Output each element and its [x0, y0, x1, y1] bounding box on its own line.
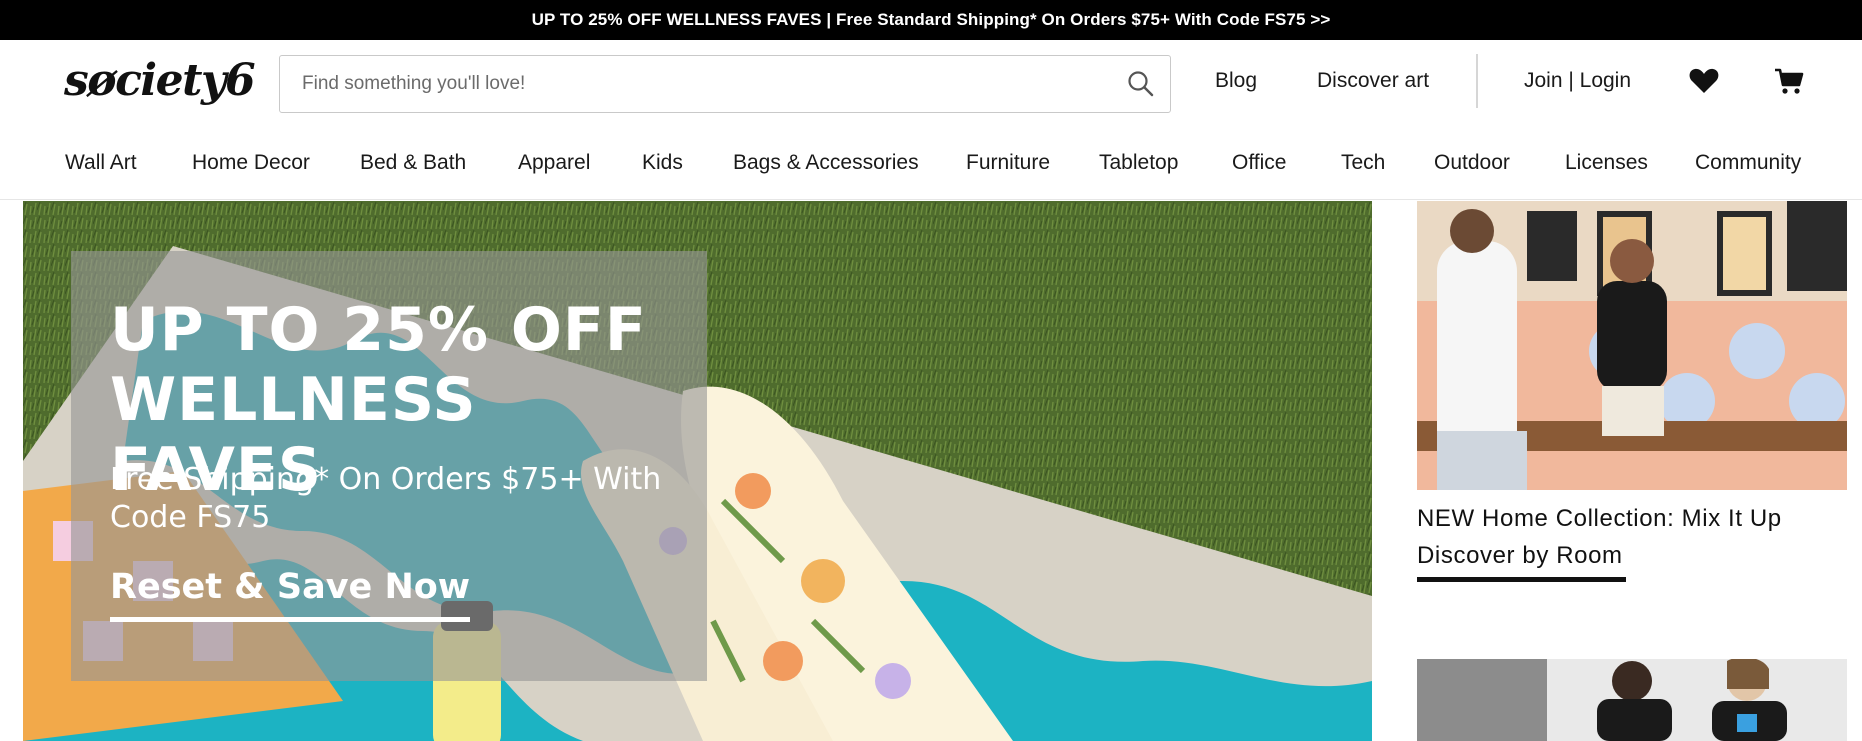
category-office[interactable]: Office	[1232, 148, 1286, 178]
cart-icon[interactable]	[1772, 64, 1806, 98]
category-tabletop[interactable]: Tabletop	[1099, 148, 1178, 178]
secondary-feature-image[interactable]	[1417, 659, 1847, 741]
category-outdoor[interactable]: Outdoor	[1434, 148, 1510, 178]
category-tech[interactable]: Tech	[1341, 148, 1385, 178]
discover-by-room-link[interactable]: Discover by Room	[1417, 537, 1847, 574]
promo-banner[interactable]: UP TO 25% OFF WELLNESS FAVES | Free Stan…	[0, 0, 1862, 40]
blog-link[interactable]: Blog	[1215, 66, 1257, 96]
category-bags-accessories[interactable]: Bags & Accessories	[733, 148, 919, 178]
header-divider	[1476, 54, 1478, 108]
promo-banner-text: UP TO 25% OFF WELLNESS FAVES | Free Stan…	[531, 10, 1331, 29]
hero-cta-link[interactable]: Reset & Save Now	[110, 565, 471, 622]
category-home-decor[interactable]: Home Decor	[192, 148, 310, 178]
discover-art-link[interactable]: Discover art	[1317, 66, 1429, 96]
logo[interactable]: søciety6	[64, 54, 256, 108]
home-collection-title: NEW Home Collection: Mix It Up	[1417, 505, 1782, 532]
search-bar	[279, 55, 1171, 113]
category-wall-art[interactable]: Wall Art	[65, 148, 137, 178]
category-community[interactable]: Community	[1695, 148, 1801, 178]
category-bed-bath[interactable]: Bed & Bath	[360, 148, 466, 178]
category-kids[interactable]: Kids	[642, 148, 683, 178]
caption-underline	[1417, 577, 1626, 582]
hero-banner[interactable]: UP TO 25% OFF WELLNESS FAVES Free Shippi…	[23, 201, 1372, 741]
category-apparel[interactable]: Apparel	[518, 148, 590, 178]
home-collection-image[interactable]	[1417, 201, 1847, 490]
category-licenses[interactable]: Licenses	[1565, 148, 1648, 178]
search-icon[interactable]	[1126, 69, 1156, 99]
home-collection-caption[interactable]: NEW Home Collection: Mix It Up Discover …	[1417, 500, 1847, 574]
hero-title-line-1: UP TO 25% OFF	[110, 295, 647, 365]
join-login-link[interactable]: Join | Login	[1524, 66, 1631, 96]
search-input[interactable]	[302, 56, 1102, 112]
category-furniture[interactable]: Furniture	[966, 148, 1050, 178]
hero-subtitle: Free Shipping* On Orders $75+ With Code …	[110, 462, 662, 535]
site-header: søciety6 Blog Discover art Join | Login	[0, 40, 1862, 130]
heart-icon[interactable]	[1687, 64, 1721, 98]
category-nav: Wall Art Home Decor Bed & Bath Apparel K…	[0, 130, 1862, 200]
